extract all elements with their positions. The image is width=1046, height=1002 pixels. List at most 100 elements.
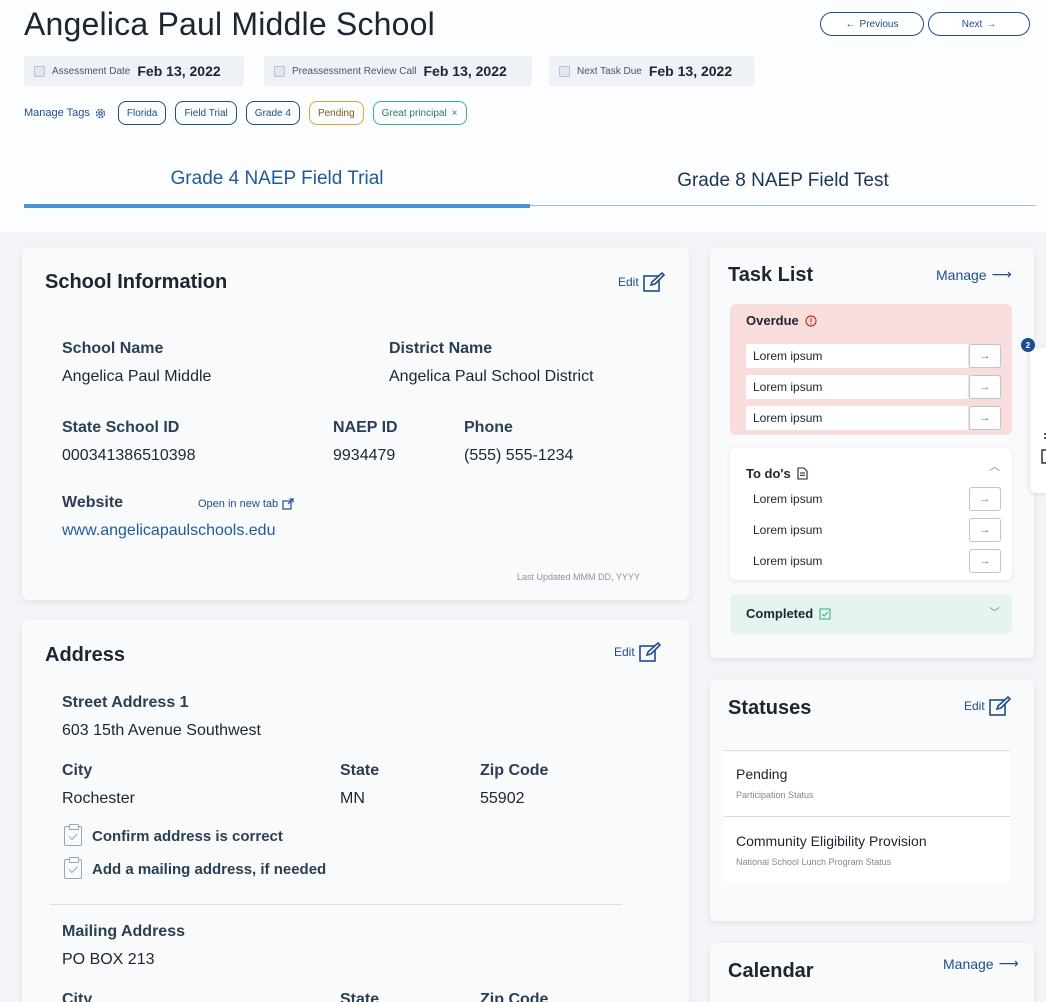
side-panel-tab[interactable] xyxy=(1030,348,1046,493)
preassessment-date-chip: Preassessment Review Call Feb 13, 2022 xyxy=(264,56,532,86)
city-value: Rochester xyxy=(62,790,135,807)
next-button[interactable]: Next → xyxy=(928,12,1030,36)
school-name-label: School Name xyxy=(62,340,164,357)
tag-grade-4[interactable]: Grade 4 xyxy=(245,101,300,125)
status-item: Pending Participation Status xyxy=(724,752,1010,816)
task-item[interactable]: Lorem ipsum xyxy=(746,549,968,573)
mailing-zip-label: Zip Code xyxy=(480,991,549,1002)
zip-code-label: Zip Code xyxy=(480,762,549,779)
arrow-right-icon: ⟶ xyxy=(991,266,1012,282)
manage-tasks-link[interactable]: Manage ⟶ xyxy=(936,266,1012,283)
tag-field-trial[interactable]: Field Trial xyxy=(175,101,237,125)
clipboard-icon xyxy=(1041,433,1046,464)
card-title: Calendar xyxy=(728,960,814,982)
task-open-button[interactable]: → xyxy=(969,344,1001,368)
arrow-right-icon: → xyxy=(979,524,991,536)
group-title-label: Overdue xyxy=(746,313,799,328)
card-title: Address xyxy=(45,644,126,666)
date-label: Preassessment Review Call xyxy=(292,65,417,77)
tag-label: Great principal xyxy=(381,107,447,119)
arrow-right-icon: → xyxy=(979,412,991,424)
mailing-address-label: Mailing Address xyxy=(62,923,185,940)
alert-circle-icon xyxy=(805,314,817,327)
tags-row: Manage Tags Florida Field Trial Grade 4 … xyxy=(24,100,467,126)
address-card: Address Edit Street Address 1 603 15th A… xyxy=(22,620,689,1002)
manage-tags-link[interactable]: Manage Tags xyxy=(24,107,107,120)
task-item[interactable]: Lorem ipsum xyxy=(746,344,968,368)
open-in-new-tab-link[interactable]: Open in new tab xyxy=(198,498,294,510)
calendar-card: Calendar Manage ⟶ xyxy=(710,943,1034,1002)
edit-button[interactable]: Edit xyxy=(618,272,665,292)
group-title-label: Completed xyxy=(746,606,814,621)
task-open-button[interactable]: → xyxy=(969,375,1001,399)
phone-label: Phone xyxy=(464,419,513,436)
tab-grade-8[interactable]: Grade 8 NAEP Field Test xyxy=(530,160,1036,206)
external-link-icon xyxy=(282,498,294,510)
tag-great-principal[interactable]: Great principal × xyxy=(372,101,467,125)
status-title: Pending xyxy=(736,766,788,782)
overdue-group: Overdue Lorem ipsum → Lorem ipsum → Lore… xyxy=(730,304,1012,435)
date-label: Assessment Date xyxy=(52,65,131,77)
arrow-right-icon: → xyxy=(986,18,997,30)
phone-value: (555) 555-1234 xyxy=(464,447,574,464)
date-value: Feb 13, 2022 xyxy=(423,63,507,79)
gear-icon xyxy=(95,108,106,118)
notification-badge: 2 xyxy=(1021,338,1035,352)
task-open-button[interactable]: → xyxy=(969,487,1001,511)
edit-label: Edit xyxy=(614,645,635,659)
chevron-down-icon[interactable]: ﹀ xyxy=(989,604,1000,620)
arrow-right-icon: → xyxy=(979,555,991,567)
state-label: State xyxy=(340,762,380,779)
date-value: Feb 13, 2022 xyxy=(648,63,733,79)
clipboard-check-icon xyxy=(64,857,82,879)
arrow-right-icon: → xyxy=(979,350,991,362)
zip-code-value: 55902 xyxy=(480,790,525,807)
document-icon xyxy=(797,467,808,480)
grade-tabs: Grade 4 NAEP Field Trial Grade 8 NAEP Fi… xyxy=(24,160,1036,208)
calendar-icon xyxy=(274,65,285,77)
edit-button[interactable]: Edit xyxy=(964,696,1011,716)
mailing-state-label: State xyxy=(340,991,380,1002)
clipboard-check-icon xyxy=(64,824,82,846)
tab-grade-4[interactable]: Grade 4 NAEP Field Trial xyxy=(24,160,530,208)
naep-id-value: 9934479 xyxy=(333,447,396,464)
arrow-right-icon: → xyxy=(979,493,991,505)
task-open-button[interactable]: → xyxy=(969,406,1001,430)
manage-label: Manage xyxy=(943,955,994,972)
naep-id-label: NAEP ID xyxy=(333,419,398,436)
website-link[interactable]: www.angelicapaulschools.edu xyxy=(62,522,275,540)
check-square-icon xyxy=(819,607,831,620)
divider xyxy=(724,750,1010,751)
edit-label: Edit xyxy=(618,275,639,289)
task-open-button[interactable]: → xyxy=(969,518,1001,542)
previous-button[interactable]: ← Previous xyxy=(820,12,924,36)
tag-florida[interactable]: Florida xyxy=(117,101,167,125)
close-icon[interactable]: × xyxy=(452,108,458,119)
task-open-button[interactable]: → xyxy=(969,549,1001,573)
calendar-icon xyxy=(559,65,570,77)
tag-pending[interactable]: Pending xyxy=(308,101,364,125)
next-task-date-chip: Next Task Due Feb 13, 2022 xyxy=(549,56,754,86)
card-title: School Information xyxy=(45,271,228,293)
chevron-up-icon[interactable]: ︿ xyxy=(989,458,1000,474)
overdue-title: Overdue xyxy=(746,313,817,328)
task-item[interactable]: Lorem ipsum xyxy=(746,375,968,399)
website-label: Website xyxy=(62,494,124,511)
edit-icon xyxy=(988,696,1011,716)
completed-group[interactable]: Completed ﹀ xyxy=(730,594,1012,634)
manage-label: Manage xyxy=(936,266,987,283)
task-item[interactable]: Lorem ipsum xyxy=(746,518,968,542)
assessment-date-chip: Assessment Date Feb 13, 2022 xyxy=(24,56,244,86)
task-label: Add a mailing address, if needed xyxy=(92,860,327,878)
task-label: Confirm address is correct xyxy=(92,827,283,845)
confirm-address-task[interactable]: Confirm address is correct xyxy=(64,824,283,846)
add-mailing-address-task[interactable]: Add a mailing address, if needed xyxy=(64,857,327,879)
edit-button[interactable]: Edit xyxy=(614,642,661,662)
group-title-label: To do's xyxy=(746,466,791,481)
task-item[interactable]: Lorem ipsum xyxy=(746,487,968,511)
task-item[interactable]: Lorem ipsum xyxy=(746,406,968,430)
manage-calendar-link[interactable]: Manage ⟶ xyxy=(943,955,1019,972)
completed-title: Completed xyxy=(746,606,831,621)
page-title: Angelica Paul Middle School xyxy=(24,6,435,42)
arrow-left-icon: ← xyxy=(845,18,856,30)
